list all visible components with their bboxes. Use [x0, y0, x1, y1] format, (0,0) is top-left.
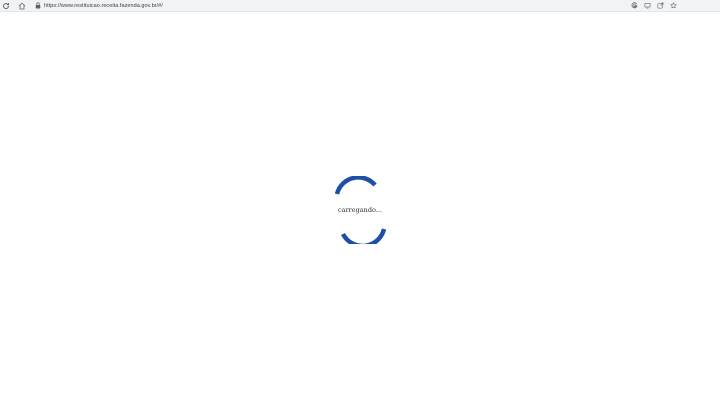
address-bar[interactable]: https://www.restituicao.receita.fazenda.…	[34, 1, 628, 11]
reload-icon	[3, 2, 9, 9]
loading-indicator: carregando...	[330, 176, 390, 244]
home-button[interactable]	[16, 0, 28, 12]
bookmark-button[interactable]	[667, 0, 680, 12]
google-icon	[631, 2, 638, 9]
reload-button[interactable]	[0, 0, 12, 12]
spinner-arc-bottom	[340, 228, 387, 244]
google-button[interactable]	[628, 0, 641, 12]
home-icon	[18, 2, 26, 9]
bookmark-star-icon	[670, 2, 677, 9]
share-button[interactable]	[654, 0, 667, 12]
url-text[interactable]: https://www.restituicao.receita.fazenda.…	[44, 3, 163, 9]
browser-toolbar: https://www.restituicao.receita.fazenda.…	[0, 0, 720, 12]
toolbar-actions	[628, 0, 680, 12]
screen-cast-icon	[644, 3, 651, 9]
spinner-arc-top	[334, 176, 377, 195]
lock-icon	[34, 2, 41, 10]
share-icon	[657, 2, 664, 9]
screen-cast-button[interactable]	[641, 0, 654, 12]
loading-text: carregando...	[338, 206, 382, 214]
